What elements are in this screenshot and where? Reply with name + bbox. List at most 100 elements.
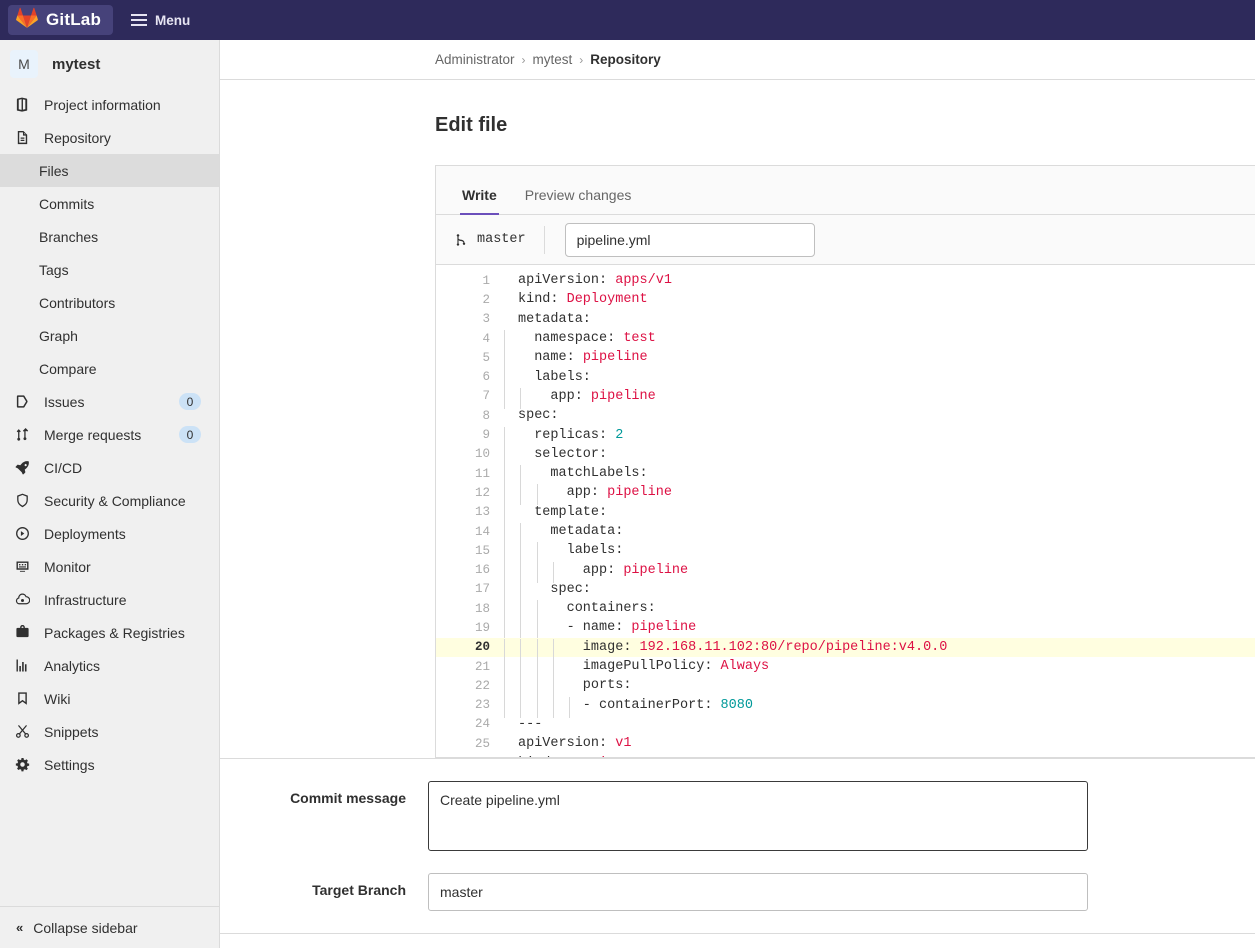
line-number: 25 [474, 736, 490, 751]
wiki-icon [14, 691, 30, 707]
code-line-content: template: [504, 503, 1255, 525]
breadcrumb-item-administrator[interactable]: Administrator [435, 52, 515, 67]
line-number: 23 [474, 698, 490, 713]
code-line-content: labels: [504, 542, 1255, 564]
line-number: 21 [474, 659, 490, 674]
tab-write[interactable]: Write [448, 187, 511, 215]
code-line[interactable]: 5 name: pipeline [436, 348, 1255, 371]
sidebar-item-label: Files [39, 162, 69, 179]
sidebar-item-repository[interactable]: Repository [0, 121, 219, 154]
line-number: 8 [482, 408, 490, 423]
sidebar-item-monitor[interactable]: Monitor [0, 550, 219, 583]
target-branch-row: Target Branch [220, 873, 1255, 911]
form-actions: Commit changes Cancel [220, 933, 1255, 948]
sidebar-nav-list: Project information Repository Files Commit… [0, 88, 219, 781]
project-header-link[interactable]: M mytest [0, 40, 219, 88]
code-line[interactable]: 8 spec: [436, 406, 1255, 425]
sidebar-item-project-information[interactable]: Project information [0, 88, 219, 121]
gitlab-logo-link[interactable]: GitLab [8, 5, 114, 35]
line-number: 14 [474, 524, 490, 539]
code-line[interactable]: 15 labels: [436, 541, 1255, 564]
code-line-content: apiVersion: apps/v1 [518, 273, 672, 289]
project-name: mytest [52, 55, 101, 73]
code-line-content: selector: [504, 445, 1255, 467]
sidebar-item-compare[interactable]: Compare [0, 352, 219, 385]
hamburger-icon [131, 14, 148, 26]
code-line[interactable]: 24 --- [436, 715, 1255, 734]
sidebar-item-label: Tags [39, 261, 69, 278]
sidebar-item-label: Monitor [44, 558, 91, 575]
collapse-sidebar-button[interactable]: « Collapse sidebar [0, 906, 219, 948]
code-line[interactable]: 17 spec: [436, 580, 1255, 602]
sidebar-item-files[interactable]: Files [0, 154, 219, 187]
sidebar-item-graph[interactable]: Graph [0, 319, 219, 352]
file-editor-card: Write Preview changes master 1 apiVersion… [435, 165, 1255, 758]
commit-message-textarea[interactable] [428, 781, 1088, 851]
sidebar-item-contributors[interactable]: Contributors [0, 286, 219, 319]
code-line[interactable]: 14 metadata: [436, 522, 1255, 544]
line-number: 7 [482, 389, 490, 404]
code-line[interactable]: 16 app: pipeline [436, 560, 1255, 583]
sidebar-item-ci-cd[interactable]: CI/CD [0, 451, 219, 484]
code-line[interactable]: 7 app: pipeline [436, 387, 1255, 409]
code-line[interactable]: 25 apiVersion: v1 [436, 734, 1255, 753]
sidebar-item-security-compliance[interactable]: Security & Compliance [0, 484, 219, 517]
sidebar-item-infrastructure[interactable]: Infrastructure [0, 583, 219, 616]
code-line[interactable]: 21 imagePullPolicy: Always [436, 657, 1255, 680]
menu-button[interactable]: Menu [131, 13, 190, 28]
package-icon [14, 625, 30, 641]
code-line[interactable]: 3 metadata: [436, 310, 1255, 329]
infrastructure-icon [14, 592, 30, 608]
code-line[interactable]: 1 apiVersion: apps/v1 [436, 271, 1255, 290]
breadcrumb-item-mytest[interactable]: mytest [533, 52, 573, 67]
target-branch-input[interactable] [428, 873, 1088, 911]
code-line-content: apiVersion: v1 [518, 736, 632, 752]
code-line[interactable]: 4 namespace: test [436, 329, 1255, 352]
top-navbar: GitLab Menu [0, 0, 1255, 40]
line-number: 15 [474, 543, 490, 558]
sidebar-item-branches[interactable]: Branches [0, 220, 219, 253]
sidebar-item-snippets[interactable]: Snippets [0, 715, 219, 748]
code-line[interactable]: 6 labels: [436, 367, 1255, 390]
sidebar-item-analytics[interactable]: Analytics [0, 649, 219, 682]
sidebar-item-commits[interactable]: Commits [0, 187, 219, 220]
sidebar-item-tags[interactable]: Tags [0, 253, 219, 286]
breadcrumb-item-repository[interactable]: Repository [590, 52, 661, 67]
code-line-content: app: pipeline [504, 484, 1255, 506]
line-number: 13 [474, 505, 490, 520]
code-line[interactable]: 19 - name: pipeline [436, 618, 1255, 641]
sidebar-item-packages-registries[interactable]: Packages & Registries [0, 616, 219, 649]
filename-input[interactable] [564, 222, 815, 257]
tab-preview-changes[interactable]: Preview changes [511, 187, 646, 214]
repository-icon [14, 130, 30, 146]
code-line[interactable]: 22 ports: [436, 676, 1255, 699]
code-line[interactable]: 26kind: Service [436, 753, 1255, 757]
sidebar-item-settings[interactable]: Settings [0, 748, 219, 781]
branch-icon [454, 233, 468, 247]
analytics-icon [14, 658, 30, 674]
issues-icon [14, 394, 30, 410]
code-line[interactable]: 9 replicas: 2 [436, 425, 1255, 448]
branch-name: master [477, 232, 526, 247]
sidebar-item-label: CI/CD [44, 459, 83, 476]
sidebar-item-issues[interactable]: Issues 0 [0, 385, 219, 418]
sidebar-item-deployments[interactable]: Deployments [0, 517, 219, 550]
code-line[interactable]: 10 selector: [436, 445, 1255, 467]
code-editor[interactable]: 1 apiVersion: apps/v1 2 kind: Deployment 3 me… [436, 265, 1255, 757]
code-line[interactable]: 2 kind: Deployment [436, 290, 1255, 309]
merge-requests-icon [14, 427, 30, 443]
code-line[interactable]: 13 template: [436, 503, 1255, 525]
sidebar-item-wiki[interactable]: Wiki [0, 682, 219, 715]
code-line[interactable]: 23 - containerPort: 8080 [436, 696, 1255, 718]
deployments-icon [14, 526, 30, 542]
line-number: 12 [474, 485, 490, 500]
line-number: 5 [482, 350, 490, 365]
code-line[interactable]: 12 app: pipeline [436, 483, 1255, 506]
code-line[interactable]: 18 containers: [436, 599, 1255, 622]
sidebar-item-label: Repository [44, 129, 111, 146]
code-line[interactable]: 20 image: 192.168.11.102:80/repo/pipelin… [436, 637, 1255, 660]
sidebar-item-merge-requests[interactable]: Merge requests 0 [0, 418, 219, 451]
code-line-content: kind: Deployment [518, 292, 648, 308]
file-path-bar: master [436, 215, 1255, 265]
code-line[interactable]: 11 matchLabels: [436, 464, 1255, 487]
